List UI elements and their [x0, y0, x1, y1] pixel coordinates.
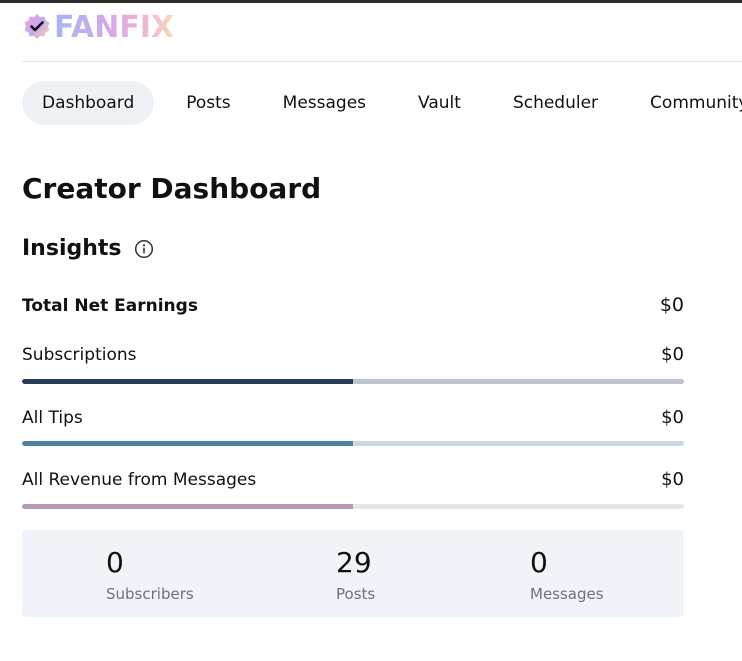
stat-posts: 29 Posts — [336, 546, 375, 603]
message-revenue-label: All Revenue from Messages — [22, 470, 257, 490]
stat-messages-value: 0 — [530, 546, 548, 579]
total-net-earnings-label: Total Net Earnings — [22, 296, 198, 316]
header-divider — [22, 61, 742, 62]
total-net-earnings-value: $0 — [659, 294, 684, 316]
nav-tab-vault[interactable]: Vault — [398, 81, 481, 125]
total-net-earnings-row: Total Net Earnings $0 — [22, 294, 684, 316]
logo-wordmark: FANFIX — [54, 9, 175, 45]
tips-row: All Tips $0 — [22, 407, 684, 428]
nav-tab-community[interactable]: Community — [630, 81, 742, 125]
main-nav: Dashboard Posts Messages Vault Scheduler… — [22, 81, 742, 125]
nav-tab-messages[interactable]: Messages — [263, 81, 386, 125]
check-badge-icon — [22, 12, 52, 42]
message-revenue-bar — [22, 504, 684, 509]
insights-header: Insights — [22, 236, 154, 261]
subscriptions-value: $0 — [661, 344, 684, 365]
window-top-border — [0, 0, 742, 3]
tips-bar — [22, 441, 684, 446]
stat-messages: 0 Messages — [530, 546, 604, 603]
nav-tab-dashboard[interactable]: Dashboard — [22, 81, 155, 125]
subscriptions-label: Subscriptions — [22, 345, 137, 365]
nav-tab-scheduler[interactable]: Scheduler — [493, 81, 618, 125]
page-title: Creator Dashboard — [22, 172, 322, 205]
message-revenue-bar-fill — [22, 504, 353, 509]
stat-subscribers-label: Subscribers — [106, 585, 194, 603]
tips-label: All Tips — [22, 408, 83, 428]
info-icon[interactable] — [134, 239, 154, 259]
stat-posts-label: Posts — [336, 585, 376, 603]
subscriptions-bar-fill — [22, 379, 353, 384]
fanfix-logo[interactable]: FANFIX — [22, 9, 175, 45]
tips-value: $0 — [661, 407, 684, 428]
insights-title: Insights — [22, 236, 122, 261]
message-revenue-value: $0 — [661, 469, 684, 490]
tips-bar-fill — [22, 441, 353, 446]
stats-panel: 0 Subscribers 29 Posts 0 Messages — [22, 530, 684, 617]
stat-subscribers: 0 Subscribers — [106, 546, 194, 603]
message-revenue-row: All Revenue from Messages $0 — [22, 469, 684, 490]
subscriptions-row: Subscriptions $0 — [22, 344, 684, 365]
stat-posts-value: 29 — [336, 546, 372, 579]
stat-messages-label: Messages — [530, 585, 604, 603]
stat-subscribers-value: 0 — [106, 546, 124, 579]
subscriptions-bar — [22, 379, 684, 384]
nav-tab-posts[interactable]: Posts — [166, 81, 250, 125]
